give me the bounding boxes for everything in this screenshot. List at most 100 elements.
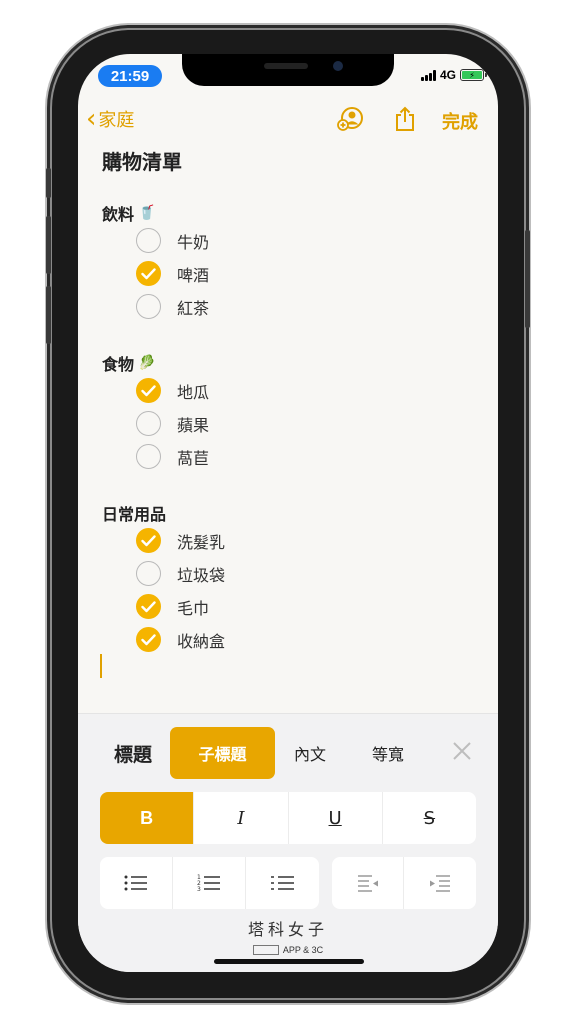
checked-checkbox[interactable]	[136, 528, 161, 553]
numbered-list-icon: 1 2 3	[197, 874, 220, 893]
note-title[interactable]: 購物清單	[102, 146, 182, 175]
checked-checkbox[interactable]	[136, 627, 161, 652]
watermark-subtitle: APP & 3C	[252, 945, 323, 955]
checklist-item[interactable]: 紅茶	[136, 290, 209, 323]
screen: 21:59 4G ⚡ ‹ 家庭 完成 購物清單 飲料 🥤 牛奶 啤酒 紅茶 食物…	[78, 54, 498, 972]
share-button[interactable]	[390, 104, 420, 134]
checklist-item[interactable]: 牛奶	[136, 224, 209, 257]
dashed-list-button[interactable]	[246, 857, 319, 909]
italic-button[interactable]: I	[194, 792, 289, 844]
leafy-green-icon: 🥬	[138, 355, 156, 371]
volume-up-button	[46, 216, 51, 274]
section-drinks: 飲料 🥤 牛奶啤酒紅茶	[102, 202, 209, 323]
mute-switch	[46, 168, 51, 198]
charging-bolt-icon: ⚡	[462, 71, 482, 80]
back-label: 家庭	[98, 110, 135, 131]
section-food: 食物 🥬 地瓜蘋果萵苣	[102, 352, 209, 473]
bold-button[interactable]: B	[100, 792, 195, 844]
checklist-item[interactable]: 毛巾	[136, 590, 225, 623]
drink-cup-icon: 🥤	[138, 205, 156, 221]
battery-icon: ⚡	[460, 69, 487, 81]
volume-down-button	[46, 286, 51, 344]
checklist-item-label: 地瓜	[177, 382, 210, 402]
format-panel: 標題 子標題 內文 等寬 B I U S 1 2 3 塔科女子 APP & 3C	[78, 713, 498, 972]
text-style-row: B I U S	[100, 792, 476, 844]
watermark-title: 塔科女子	[247, 920, 328, 939]
unchecked-checkbox[interactable]	[136, 294, 161, 319]
checked-checkbox[interactable]	[136, 378, 161, 403]
status-indicators: 4G ⚡	[420, 68, 487, 82]
checklist-item-label: 啤酒	[177, 265, 210, 285]
list-style-group: 1 2 3	[100, 857, 319, 909]
front-camera	[333, 61, 343, 71]
outdent-button[interactable]	[332, 857, 404, 909]
indent-group	[332, 857, 476, 909]
checklist-item[interactable]: 啤酒	[136, 257, 209, 290]
indent-icon	[430, 875, 450, 892]
close-icon[interactable]	[450, 739, 474, 763]
style-body-option[interactable]: 內文	[278, 727, 342, 779]
section-heading-text: 飲料	[102, 205, 135, 224]
speaker	[264, 63, 308, 69]
power-button	[525, 230, 530, 328]
share-icon	[396, 106, 414, 131]
bulleted-list-button[interactable]	[100, 857, 173, 909]
numbered-list-button[interactable]: 1 2 3	[173, 857, 246, 909]
status-time[interactable]: 21:59	[98, 65, 162, 87]
outdent-icon	[357, 875, 378, 892]
indent-button[interactable]	[404, 857, 476, 909]
checkmark-icon	[141, 384, 156, 396]
checklist-item[interactable]: 洗髮乳	[136, 524, 225, 557]
section-heading-text: 日常用品	[102, 505, 167, 524]
checklist-item-label: 毛巾	[177, 598, 210, 618]
checklist-item-label: 洗髮乳	[177, 532, 226, 552]
checklist-item-label: 蘋果	[177, 415, 210, 435]
svg-text:3: 3	[197, 886, 201, 893]
strikethrough-button[interactable]: S	[383, 792, 476, 844]
add-person-icon	[337, 107, 363, 131]
done-button[interactable]: 完成	[442, 108, 478, 134]
unchecked-checkbox[interactable]	[136, 444, 161, 469]
checklist-item-label: 紅茶	[177, 298, 210, 318]
notch	[182, 54, 394, 86]
section-heading[interactable]: 食物 🥬	[102, 352, 209, 374]
back-button[interactable]: ‹ 家庭	[86, 106, 134, 132]
bulleted-list-icon	[124, 875, 147, 891]
text-cursor	[100, 654, 102, 678]
checklist-item-label: 牛奶	[177, 232, 210, 252]
checkmark-icon	[141, 267, 156, 279]
signal-icon	[420, 69, 436, 81]
section-heading[interactable]: 飲料 🥤	[102, 202, 209, 224]
style-monospace-option[interactable]: 等寬	[356, 727, 420, 779]
checklist-item[interactable]: 地瓜	[136, 374, 209, 407]
checked-checkbox[interactable]	[136, 261, 161, 286]
checked-checkbox[interactable]	[136, 594, 161, 619]
paragraph-style-row: 標題 子標題 內文 等寬	[78, 727, 498, 779]
section-heading-text: 食物	[102, 355, 135, 374]
section-daily-goods: 日常用品 洗髮乳垃圾袋毛巾收納盒	[102, 502, 225, 656]
checklist-item-label: 萵苣	[177, 448, 210, 468]
unchecked-checkbox[interactable]	[136, 561, 161, 586]
section-heading[interactable]: 日常用品	[102, 502, 225, 524]
home-indicator[interactable]	[214, 959, 364, 964]
dashed-list-icon	[270, 876, 294, 890]
style-title-option[interactable]: 標題	[98, 727, 168, 779]
unchecked-checkbox[interactable]	[136, 228, 161, 253]
checkmark-icon	[141, 633, 156, 645]
checklist-item[interactable]: 萵苣	[136, 440, 209, 473]
watermark: 塔科女子 APP & 3C	[78, 916, 498, 959]
style-subtitle-option[interactable]: 子標題	[170, 727, 275, 779]
add-people-button[interactable]	[336, 104, 366, 134]
checklist-item-label: 垃圾袋	[177, 565, 226, 585]
unchecked-checkbox[interactable]	[136, 411, 161, 436]
checklist-item[interactable]: 垃圾袋	[136, 557, 225, 590]
checklist-item[interactable]: 收納盒	[136, 623, 225, 656]
checklist-item-label: 收納盒	[177, 631, 226, 651]
chevron-left-icon: ‹	[86, 104, 97, 134]
checklist-item[interactable]: 蘋果	[136, 407, 209, 440]
underline-button[interactable]: U	[289, 792, 383, 844]
checkmark-icon	[141, 600, 156, 612]
checkmark-icon	[141, 534, 156, 546]
watermark-logo-icon	[252, 945, 279, 955]
network-type: 4G	[439, 68, 456, 82]
